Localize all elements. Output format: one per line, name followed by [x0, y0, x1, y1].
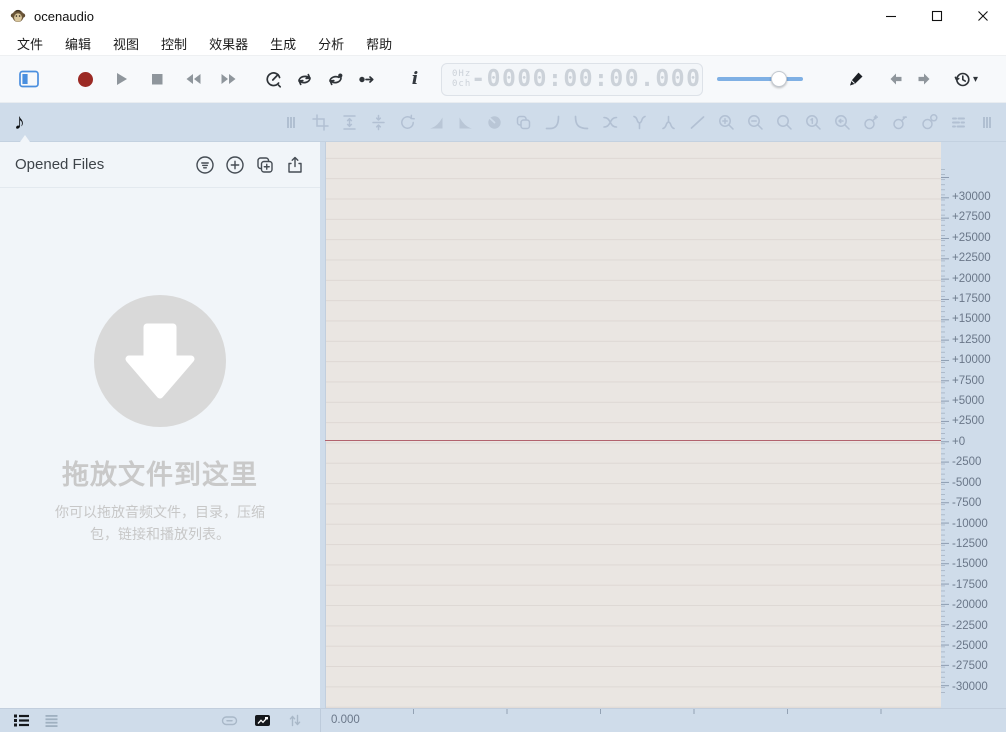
- play-icon[interactable]: [108, 66, 134, 92]
- menu-effects[interactable]: 效果器: [198, 32, 259, 55]
- volume-slider-track[interactable]: [717, 77, 803, 81]
- merge-icon[interactable]: [657, 110, 679, 134]
- amplitude-scale-ticks: [941, 168, 949, 696]
- nav-forward-icon[interactable]: [911, 66, 937, 92]
- pen-edit-icon[interactable]: [843, 66, 869, 92]
- amplitude-scale[interactable]: +30000+27500 +25000+22500 +20000+17500 +…: [941, 142, 1006, 708]
- amplitude-scale-labels: +30000+27500 +25000+22500 +20000+17500 +…: [952, 191, 991, 693]
- edit-toolbar: ♪: [0, 103, 1006, 142]
- minimize-icon[interactable]: [868, 0, 914, 32]
- waveform-canvas[interactable]: [325, 142, 941, 708]
- history-icon: [953, 70, 972, 89]
- duplicate-icon[interactable]: [512, 110, 534, 134]
- split-icon[interactable]: [628, 110, 650, 134]
- app-window: ocenaudio 文件 编辑 视图 控制 效果器 生成 分析 帮助: [0, 0, 1006, 732]
- menu-file[interactable]: 文件: [6, 32, 54, 55]
- format-readout: 0Hz 0ch: [452, 69, 471, 89]
- select-add-icon[interactable]: [860, 110, 882, 134]
- title-bar: ocenaudio: [0, 0, 1006, 32]
- app-logo-icon: [10, 8, 26, 24]
- close-icon[interactable]: [960, 0, 1006, 32]
- waveform-panel: +30000+27500 +25000+22500 +20000+17500 +…: [320, 142, 1006, 708]
- fade-in-icon[interactable]: [425, 110, 447, 134]
- file-dropzone[interactable]: 拖放文件到这里 你可以拖放音频文件，目录，压缩包，链接和播放列表。: [0, 133, 320, 708]
- dropzone-title: 拖放文件到这里: [62, 453, 258, 492]
- edit-tool-icons: [280, 110, 998, 134]
- menu-help[interactable]: 帮助: [355, 32, 403, 55]
- zoom-one-icon[interactable]: [802, 110, 824, 134]
- rotate-icon[interactable]: [396, 110, 418, 134]
- main-toolbar: i 0Hz 0ch -0000:00:00.000: [0, 55, 1006, 103]
- sort-icon[interactable]: [283, 711, 307, 731]
- menu-generate[interactable]: 生成: [259, 32, 307, 55]
- zoom-back-icon[interactable]: [831, 110, 853, 134]
- main-area: Opened Files: [0, 142, 1006, 708]
- music-note-icon[interactable]: ♪: [14, 111, 25, 133]
- curve-down-icon[interactable]: [570, 110, 592, 134]
- transport-controls: [72, 66, 242, 92]
- info-icon[interactable]: i: [405, 69, 425, 89]
- line-icon[interactable]: [686, 110, 708, 134]
- expand-vertical-icon[interactable]: [338, 110, 360, 134]
- stop-icon[interactable]: [144, 66, 170, 92]
- menu-control[interactable]: 控制: [150, 32, 198, 55]
- maximize-icon[interactable]: [914, 0, 960, 32]
- zoom-in-icon[interactable]: [715, 110, 737, 134]
- menu-analyze[interactable]: 分析: [307, 32, 355, 55]
- menu-edit[interactable]: 编辑: [54, 32, 102, 55]
- drag-grip-icon[interactable]: [976, 110, 998, 134]
- levels-icon[interactable]: [947, 110, 969, 134]
- zero-amplitude-line: [325, 440, 941, 441]
- record-icon[interactable]: [72, 66, 98, 92]
- select-link-icon[interactable]: [918, 110, 940, 134]
- list-view-icon[interactable]: [9, 711, 33, 731]
- dropdown-caret-icon[interactable]: ▾: [973, 74, 978, 85]
- sidebar-toggle-icon[interactable]: [16, 66, 42, 92]
- menu-view[interactable]: 视图: [102, 32, 150, 55]
- sidebar-status-controls: [0, 709, 320, 732]
- crossfade-icon[interactable]: [599, 110, 621, 134]
- loop-selection-icon[interactable]: [322, 66, 348, 92]
- volume-slider[interactable]: [717, 66, 803, 92]
- time-ruler-origin: 0.000: [331, 714, 360, 726]
- waveform-status-controls: [217, 711, 307, 731]
- sample-rate-readout: 0Hz: [452, 69, 471, 79]
- nav-back-icon[interactable]: [883, 66, 909, 92]
- fast-forward-icon[interactable]: [216, 66, 242, 92]
- shrink-vertical-icon[interactable]: [367, 110, 389, 134]
- playback-mode-controls: [260, 66, 379, 92]
- compact-view-icon[interactable]: [39, 711, 63, 731]
- status-bar: 0.000: [0, 708, 1006, 732]
- active-tab-notch: [20, 135, 30, 142]
- curve-up-icon[interactable]: [541, 110, 563, 134]
- select-remove-icon[interactable]: [889, 110, 911, 134]
- volume-slider-handle[interactable]: [771, 71, 787, 87]
- channels-readout: 0ch: [452, 79, 471, 89]
- dropzone-subtitle: 你可以拖放音频文件，目录，压缩包，链接和播放列表。: [42, 502, 278, 545]
- drag-grip-icon[interactable]: [280, 110, 302, 134]
- rewind-icon[interactable]: [180, 66, 206, 92]
- gain-knob-icon[interactable]: [483, 110, 505, 134]
- fade-out-icon[interactable]: [454, 110, 476, 134]
- crop-icon[interactable]: [309, 110, 331, 134]
- zoom-icon[interactable]: [773, 110, 795, 134]
- download-arrow-icon: [94, 295, 226, 427]
- time-display[interactable]: 0Hz 0ch -0000:00:00.000: [441, 63, 703, 96]
- unlink-icon[interactable]: [217, 711, 241, 731]
- play-from-cursor-icon[interactable]: [353, 66, 379, 92]
- playback-speed-icon[interactable]: [260, 66, 286, 92]
- window-controls: [868, 0, 1006, 32]
- navigation-arrows: [883, 66, 937, 92]
- window-title: ocenaudio: [34, 9, 94, 24]
- time-readout: -0000:00:00.000: [471, 66, 701, 92]
- view-mode-icon[interactable]: [250, 711, 274, 731]
- time-ruler-ticks: [321, 709, 941, 714]
- loop-icon[interactable]: [291, 66, 317, 92]
- history-control[interactable]: ▾: [953, 70, 978, 89]
- time-ruler[interactable]: 0.000: [320, 709, 1006, 732]
- opened-files-sidebar: Opened Files: [0, 142, 320, 708]
- zoom-out-icon[interactable]: [744, 110, 766, 134]
- menu-bar: 文件 编辑 视图 控制 效果器 生成 分析 帮助: [0, 32, 1006, 55]
